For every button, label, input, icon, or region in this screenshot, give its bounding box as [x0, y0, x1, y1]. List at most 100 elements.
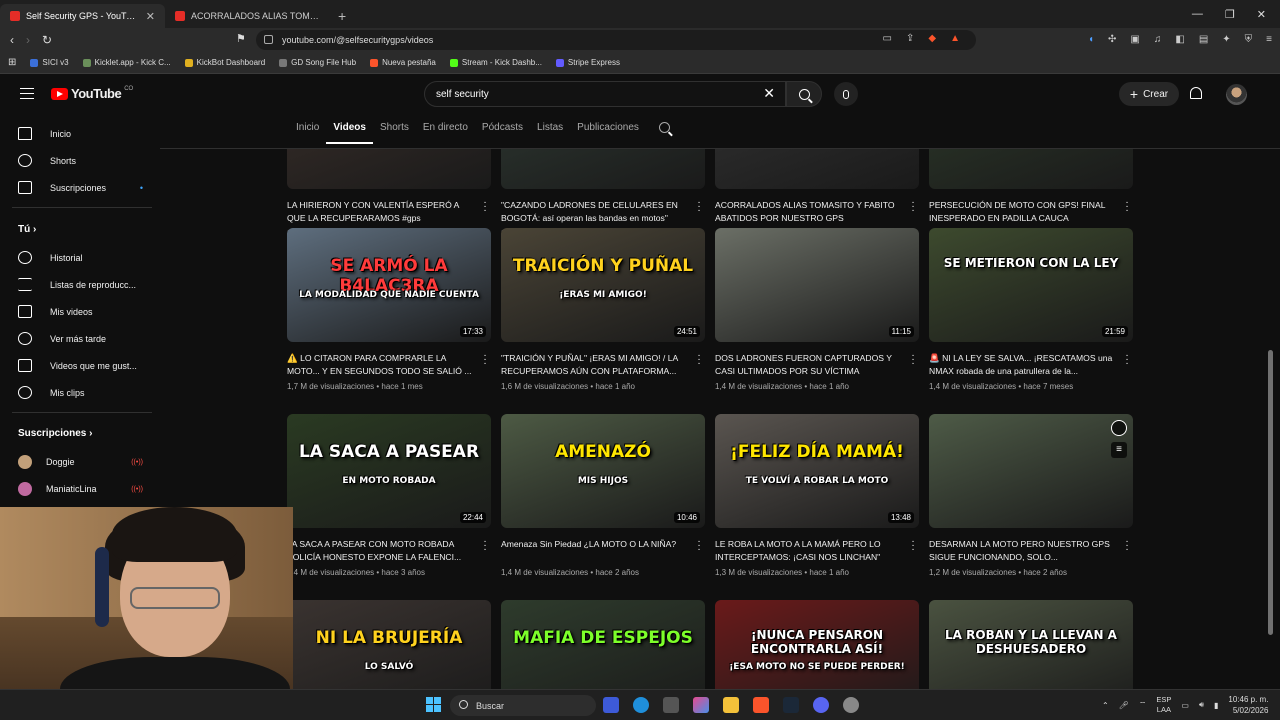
more-options-icon[interactable]: · · · [1123, 537, 1131, 555]
close-window-icon[interactable]: ✕ [1257, 8, 1266, 21]
bookmark-item[interactable]: Nueva pestaña [370, 58, 436, 67]
bookmark-item[interactable]: GD Song File Hub [279, 58, 356, 67]
tray-overflow-icon[interactable]: ⌃ [1102, 701, 1109, 710]
video-card[interactable]: PERSECUCIÓN DE MOTO CON GPS! FINAL INESP… [929, 149, 1133, 238]
video-card[interactable]: ACORRALADOS ALIAS TOMASITO Y FABITO ABAT… [715, 149, 919, 238]
menu-icon[interactable]: ≡ [1266, 34, 1272, 45]
video-thumbnail[interactable]: SE ARMÓ LA B4LAC3RA LA MODALIDAD QUE NADI… [287, 228, 491, 342]
tab-listas[interactable]: Listas [530, 122, 570, 144]
app-icon[interactable] [603, 697, 619, 713]
more-options-icon[interactable]: · · · [695, 537, 703, 555]
video-thumbnail[interactable]: SE METIERON CON LA LEY 21:59 [929, 228, 1133, 342]
network-icon[interactable]: ▭ [1181, 701, 1189, 710]
channel-search-icon[interactable] [652, 122, 677, 144]
brave-rewards-icon[interactable]: ▲ [950, 33, 960, 44]
music-icon[interactable]: ♫ [1154, 34, 1162, 45]
add-to-queue-icon[interactable]: ≡ [1111, 442, 1127, 458]
video-title[interactable]: DOS LADRONES FUERON CAPTURADOS Y CASI UL… [715, 352, 903, 378]
tab-inicio[interactable]: Inicio [289, 122, 326, 144]
video-title[interactable]: Amenaza Sin Piedad ¿LA MOTO O LA NIÑA? [501, 538, 689, 564]
translate-icon[interactable]: ◖ [1088, 34, 1094, 45]
video-title[interactable]: "TRAICIÓN Y PUÑAL" ¡ERAS MI AMIGO! / LA … [501, 352, 689, 378]
create-button[interactable]: + Crear [1119, 82, 1179, 106]
sidebar-you-header[interactable]: Tú › [18, 224, 36, 235]
clear-search-icon[interactable]: ✕ [763, 85, 775, 102]
more-options-icon[interactable]: · · · [909, 198, 917, 216]
more-options-icon[interactable]: · · · [1123, 198, 1131, 216]
apps-grid-icon[interactable]: ⊞ [8, 57, 16, 68]
more-options-icon[interactable]: · · · [909, 537, 917, 555]
sidebar-item-clips[interactable]: Mis clips [18, 386, 143, 399]
video-thumbnail[interactable] [715, 149, 919, 189]
file-explorer-icon[interactable] [723, 697, 739, 713]
video-title[interactable]: PERSECUCIÓN DE MOTO CON GPS! FINAL INESP… [929, 199, 1117, 225]
video-title[interactable]: 🚨 NI LA LEY SE SALVA... ¡RESCATAMOS una … [929, 352, 1117, 378]
browser-tab-active[interactable]: Self Security GPS - YouTube ✕ [0, 4, 165, 28]
tab-videos[interactable]: Videos [326, 122, 373, 144]
more-options-icon[interactable]: · · · [695, 198, 703, 216]
extensions-icon[interactable]: ✣ [1108, 34, 1116, 45]
sidebar-toggle-icon[interactable]: ◧ [1175, 34, 1184, 45]
video-thumbnail[interactable] [929, 149, 1133, 189]
sidebar-item-mis-videos[interactable]: Mis videos [18, 305, 143, 318]
search-button[interactable] [786, 81, 822, 107]
bookmark-item[interactable]: SICI v3 [30, 58, 69, 67]
notifications-bell-icon[interactable] [1190, 87, 1202, 99]
new-tab-button[interactable]: + [330, 8, 354, 28]
watch-later-icon[interactable] [1111, 420, 1127, 436]
steam-icon[interactable] [783, 697, 799, 713]
video-title[interactable]: "CAZANDO LADRONES DE CELULARES EN BOGOTÁ… [501, 199, 689, 225]
sidebar-subscriptions-header[interactable]: Suscripciones › [18, 428, 92, 439]
sidebar-item-suscripciones[interactable]: Suscripciones • [18, 181, 143, 194]
more-options-icon[interactable]: · · · [481, 351, 489, 369]
sidebar-item-shorts[interactable]: Shorts [18, 154, 143, 167]
site-info-icon[interactable] [264, 35, 273, 44]
bookmark-item[interactable]: Stream - Kick Dashb... [449, 58, 542, 67]
video-card[interactable]: SE ARMÓ LA B4LAC3RA LA MODALIDAD QUE NADI… [287, 228, 491, 391]
more-options-icon[interactable]: · · · [909, 351, 917, 369]
tab-podcasts[interactable]: Pódcasts [475, 122, 530, 144]
reload-icon[interactable]: ↻ [42, 33, 52, 47]
video-card[interactable]: NI LA BRUJERÍA LO SALVÓ [287, 600, 491, 689]
leo-icon[interactable]: ✦ [1222, 34, 1230, 45]
video-card[interactable]: "CAZANDO LADRONES DE CELULARES EN BOGOTÁ… [501, 149, 705, 238]
system-clock[interactable]: 10:46 p. m. 5/02/2026 [1228, 694, 1268, 716]
more-options-icon[interactable]: · · · [481, 537, 489, 555]
hamburger-menu-icon[interactable] [20, 88, 34, 99]
voice-search-button[interactable] [834, 82, 858, 106]
language-indicator[interactable]: ESP LAA [1156, 695, 1171, 715]
video-title[interactable]: ACORRALADOS ALIAS TOMASITO Y FABITO ABAT… [715, 199, 903, 225]
sidebar-channel-maniaticlina[interactable]: ManiaticLina ((•)) [18, 482, 143, 496]
tab-shorts[interactable]: Shorts [373, 122, 416, 144]
video-title[interactable]: LA HIRIERON Y CON VALENTÍA ESPERÓ A QUE … [287, 199, 475, 225]
volume-icon[interactable]: 🔊︎ [1199, 700, 1204, 710]
sidebar-channel-doggie[interactable]: Doggie ((•)) [18, 455, 143, 469]
video-card[interactable]: SE METIERON CON LA LEY 21:59 🚨 NI LA LEY S… [929, 228, 1133, 391]
video-card[interactable]: ¡NUNCA PENSARON ENCONTRARLA ASÍ! ¡ESA MOT… [715, 600, 919, 689]
wifi-icon[interactable]: ⌔ [1139, 700, 1147, 710]
tab-publicaciones[interactable]: Publicaciones [570, 122, 646, 144]
bookmark-item[interactable]: Stripe Express [555, 58, 620, 67]
copilot-icon[interactable] [693, 697, 709, 713]
video-thumbnail[interactable]: 11:15 [715, 228, 919, 342]
screen-icon[interactable]: ▭ [883, 33, 892, 44]
video-card[interactable]: LA ROBAN Y LA LLEVAN A DESHUESADERO [929, 600, 1133, 689]
vpn-icon[interactable]: ⛨ [1245, 34, 1253, 45]
app-icon[interactable] [843, 697, 859, 713]
sidebar-item-listas[interactable]: Listas de reproducc... [18, 278, 143, 291]
video-thumbnail[interactable] [501, 149, 705, 189]
battery-icon[interactable]: ▮ [1214, 701, 1218, 710]
maximize-icon[interactable]: ❐ [1225, 8, 1235, 21]
video-title[interactable]: LE ROBA LA MOTO A LA MAMÁ PERO LO INTERC… [715, 538, 903, 564]
video-thumbnail[interactable]: TRAICIÓN Y PUÑAL ¡ERAS MI AMIGO! 24:51 [501, 228, 705, 342]
video-thumbnail[interactable]: AMENAZÓ MIS HIJOS 10:46 [501, 414, 705, 528]
video-thumbnail[interactable]: MAFIA DE ESPEJOS [501, 600, 705, 689]
youtube-logo[interactable]: YouTube CO [51, 86, 133, 101]
tab-en-directo[interactable]: En directo [416, 122, 475, 144]
video-title[interactable]: DESARMAN LA MOTO PERO NUESTRO GPS SIGUE … [929, 538, 1117, 564]
store-icon[interactable] [663, 697, 679, 713]
browser-tab[interactable]: ACORRALADOS ALIAS TOMASITO Y F [165, 4, 330, 28]
video-title[interactable]: ⚠️ LO CITARON PARA COMPRARLE LA MOTO... … [287, 352, 475, 378]
video-thumbnail[interactable]: NI LA BRUJERÍA LO SALVÓ [287, 600, 491, 689]
video-card[interactable]: ¡FELIZ DÍA MAMÁ! TE VOLVÍ A ROBAR LA MOTO… [715, 414, 919, 577]
